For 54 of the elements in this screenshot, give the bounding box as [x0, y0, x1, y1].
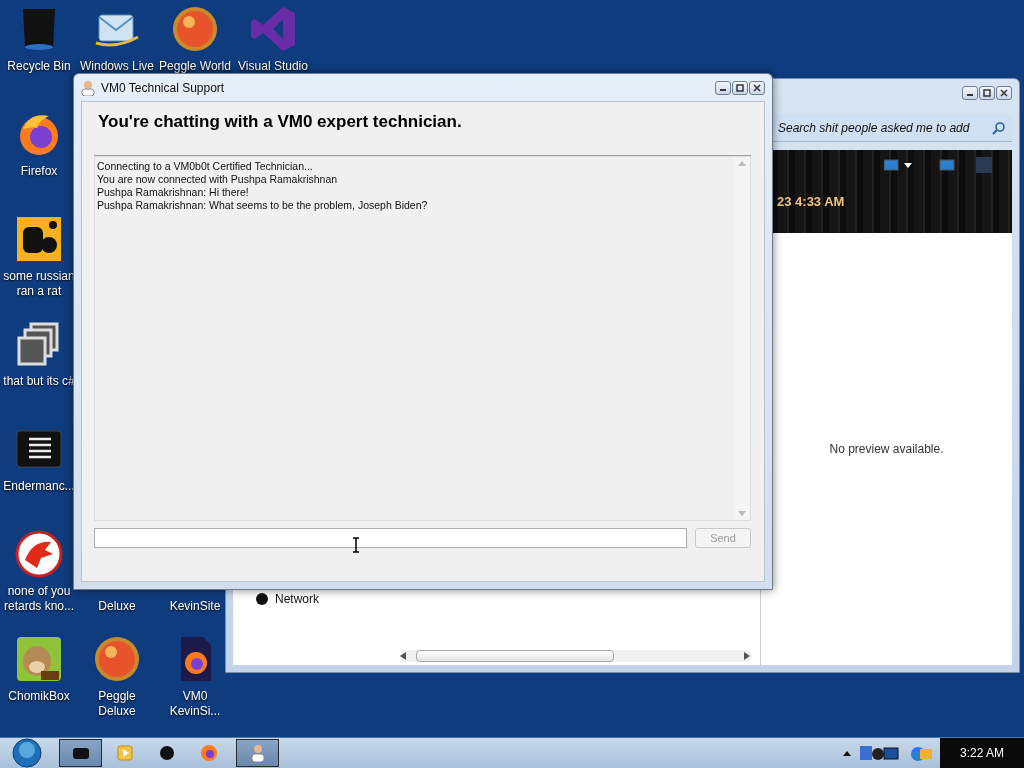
dark-circle-icon [159, 745, 175, 761]
banner-time: 23 4:33 AM [777, 194, 846, 209]
text-cursor-icon [352, 537, 360, 553]
close-button[interactable] [749, 80, 765, 95]
tile-icon[interactable] [15, 215, 63, 263]
ball-icon[interactable] [93, 635, 141, 683]
chat-message: You are now connected with Pushpa Ramakrishnan [97, 173, 339, 186]
chat-message: Connecting to a VM0b0t Certified Technician... [97, 160, 314, 173]
close-icon [753, 83, 761, 92]
search-icon [992, 120, 1006, 135]
maximize-button[interactable] [732, 80, 748, 95]
chat-heading: You're chatting with a VM0 expert technician. [98, 112, 463, 132]
start-orb-icon [12, 738, 42, 768]
desktop-icon-label: KevinSite [168, 599, 222, 614]
desktop-icon-label: Peggle Deluxe [97, 689, 137, 719]
desktop-icon-label: Visual Studio [237, 59, 309, 74]
right-arrow-icon[interactable] [744, 652, 750, 660]
chat-message: Pushpa Ramakrishnan: What seems to be the problem, Joseph Biden? [97, 199, 429, 212]
taskbar-button[interactable] [59, 739, 102, 767]
desktop-icon-label: Recycle Bin [6, 59, 72, 74]
desktop-icon-label: VM0 KevinSi... [168, 689, 222, 719]
left-arrow-icon[interactable] [400, 652, 406, 660]
ball-icon[interactable] [171, 5, 219, 53]
person-icon [249, 744, 266, 762]
fox-globe-icon [200, 744, 218, 762]
minimize-button[interactable] [715, 80, 731, 95]
up-arrow-icon [843, 750, 851, 756]
chat-message: Pushpa Ramakrishnan: Hi there! [97, 186, 250, 199]
close-icon [1000, 88, 1008, 97]
dragon-icon[interactable] [15, 530, 63, 578]
desktop-icon-label: none of you retards kno... [3, 584, 75, 614]
desktop-icon-label: Windows Live [79, 59, 155, 74]
clock[interactable]: 3:22 AM [940, 738, 1024, 768]
nav-item[interactable]: Network [255, 592, 319, 606]
desktop-icon-label: Endermanc... [2, 479, 76, 494]
media-player-icon [117, 745, 133, 761]
maximize-button[interactable] [979, 85, 995, 100]
minimize-button[interactable] [962, 85, 978, 100]
desktop-icon-label: ChomikBox [7, 689, 71, 704]
window-title: VM0 Technical Support [101, 80, 225, 95]
maximize-icon [736, 83, 744, 92]
hamster-icon[interactable] [15, 635, 63, 683]
horizontal-scrollbar[interactable] [400, 650, 752, 662]
desktop-icon-label: Deluxe [97, 599, 137, 614]
desktop-icon-label: Peggle World [158, 59, 232, 74]
taskbar-button[interactable] [236, 739, 279, 767]
person-icon [81, 79, 95, 96]
preview-message: No preview available. [829, 442, 944, 456]
desktop-icon-label: Firefox [19, 164, 59, 179]
close-button[interactable] [996, 85, 1012, 100]
box-icon [71, 746, 90, 760]
message-input[interactable] [94, 528, 687, 548]
search-field[interactable]: Search shit people asked me to add [770, 114, 1012, 142]
maximize-icon [983, 88, 991, 97]
